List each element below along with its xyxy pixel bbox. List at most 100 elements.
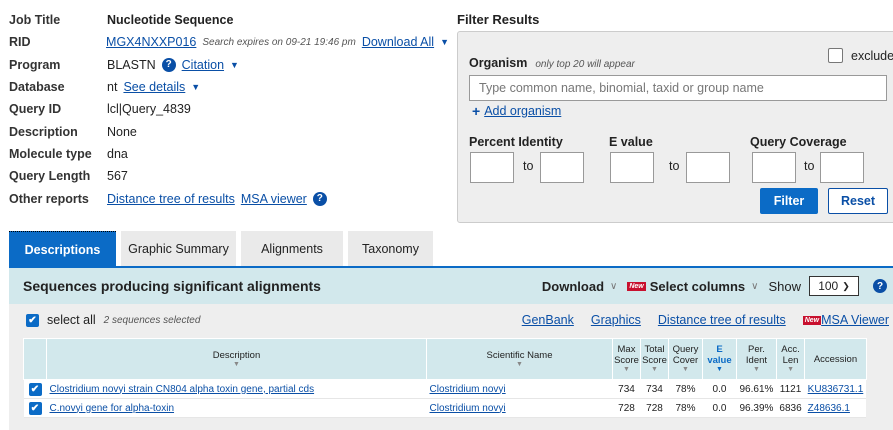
- distance-tree-link[interactable]: Distance tree of results: [658, 313, 786, 327]
- citation-link[interactable]: Citation: [182, 58, 224, 72]
- help-icon[interactable]: ?: [161, 57, 176, 72]
- download-button[interactable]: Download: [542, 279, 604, 294]
- chevron-down-icon[interactable]: ▼: [191, 82, 200, 92]
- program-value: BLASTN: [107, 57, 156, 72]
- help-icon[interactable]: ?: [873, 279, 887, 293]
- molecule-type-row: Molecule type dna: [9, 143, 449, 165]
- accession-link[interactable]: KU836731.1: [808, 384, 864, 395]
- exclude-label: exclude: [851, 48, 893, 63]
- see-details-link[interactable]: See details: [123, 80, 185, 94]
- download-all-link[interactable]: Download All: [362, 35, 434, 49]
- chevron-down-icon[interactable]: ∨: [751, 281, 758, 292]
- sort-arrow-icon: ▼: [716, 366, 723, 373]
- total-score-cell: 728: [640, 398, 669, 418]
- max-score-cell: 728: [612, 398, 641, 418]
- add-organism-link[interactable]: Add organism: [484, 104, 561, 118]
- per-ident-column-header[interactable]: Per. Ident ▼: [736, 338, 777, 380]
- sort-arrow-icon: ▼: [752, 366, 760, 373]
- results-toolbar: Download ∨ New Select columns ∨ Show 100…: [542, 276, 893, 296]
- molecule-type-value: dna: [107, 146, 128, 161]
- filter-results-title: Filter Results: [457, 12, 540, 27]
- job-summary: Job Title Nucleotide Sequence RID MGX4NX…: [9, 9, 449, 210]
- filter-button[interactable]: Filter: [760, 188, 818, 214]
- acc-len-column-header[interactable]: Acc. Len ▼: [775, 338, 806, 380]
- results-table: Description ▼ Scientific Name ▼ Max Score ▼ …: [23, 338, 867, 418]
- rid-row: RID MGX4NXXP016 Search expires on 09-21 …: [9, 31, 449, 53]
- description-value: None: [107, 124, 137, 139]
- exclude-checkbox[interactable]: [828, 48, 843, 63]
- sort-arrow-icon: ▼: [682, 366, 689, 373]
- database-row: Database nt See details ▼: [9, 76, 449, 98]
- database-value: nt: [107, 80, 118, 95]
- percent-identity-min-input[interactable]: [470, 152, 514, 183]
- max-score-column-header[interactable]: Max Score ▼: [612, 338, 641, 380]
- e-value-max-input[interactable]: [686, 152, 730, 183]
- tab-alignments[interactable]: Alignments: [241, 231, 343, 267]
- query-coverage-label: Query Coverage: [750, 135, 847, 149]
- query-length-row: Query Length 567: [9, 165, 449, 187]
- genbank-link[interactable]: GenBank: [522, 313, 574, 327]
- select-all-label: select all: [47, 313, 96, 327]
- sort-arrow-icon: ▼: [787, 366, 795, 373]
- row-checkbox[interactable]: ✔: [28, 401, 42, 415]
- reset-button[interactable]: Reset: [828, 188, 888, 214]
- query-id-row: Query ID lcl|Query_4839: [9, 98, 449, 120]
- total-score-column-header[interactable]: Total Score ▼: [640, 338, 669, 380]
- accession-column-header[interactable]: Accession: [804, 338, 867, 380]
- add-organism[interactable]: + Add organism: [472, 103, 561, 119]
- select-all[interactable]: ✔ select all 2 sequences selected: [26, 313, 200, 327]
- row-checkbox[interactable]: ✔: [28, 382, 42, 396]
- tab-descriptions[interactable]: Descriptions: [9, 231, 116, 267]
- query-id-value: lcl|Query_4839: [107, 102, 191, 117]
- rid-expiry-note: Search expires on 09-21 19:46 pm: [202, 36, 356, 48]
- scientific-name-column-header[interactable]: Scientific Name ▼: [426, 338, 613, 380]
- per-ident-cell: 96.61%: [736, 379, 777, 399]
- rid-link[interactable]: MGX4NXXP016: [106, 35, 196, 49]
- exclude-toggle[interactable]: exclude: [828, 48, 893, 63]
- query-cover-column-header[interactable]: Query Cover ▼: [668, 338, 703, 380]
- msa-viewer-link[interactable]: MSA viewer: [241, 192, 307, 206]
- chevron-down-icon[interactable]: ∨: [610, 281, 617, 292]
- selection-links: GenBank Graphics Distance tree of result…: [522, 313, 889, 327]
- sort-arrow-icon: ▼: [516, 360, 523, 368]
- tab-graphic-summary[interactable]: Graphic Summary: [121, 231, 236, 267]
- to-label: to: [523, 159, 534, 173]
- chevron-down-icon[interactable]: ▼: [440, 37, 449, 47]
- query-cover-cell: 78%: [668, 398, 703, 418]
- msa-viewer-link[interactable]: MSA Viewer: [821, 313, 889, 327]
- query-coverage-max-input[interactable]: [820, 152, 864, 183]
- percent-identity-label: Percent Identity: [469, 135, 563, 149]
- acc-len-cell: 6836: [776, 398, 805, 418]
- tab-taxonomy[interactable]: Taxonomy: [348, 231, 433, 267]
- query-coverage-min-input[interactable]: [752, 152, 796, 183]
- graphics-link[interactable]: Graphics: [591, 313, 641, 327]
- scientific-name-link[interactable]: Clostridium novyi: [430, 384, 506, 395]
- table-row: ✔ C.novyi gene for alpha-toxin Clostridi…: [23, 398, 867, 418]
- e-value-column-header[interactable]: Evalue ▼: [702, 338, 737, 380]
- distance-tree-link[interactable]: Distance tree of results: [107, 192, 235, 206]
- percent-identity-max-input[interactable]: [540, 152, 584, 183]
- description-label: Description: [9, 124, 78, 139]
- sort-arrow-icon: ▼: [233, 360, 240, 368]
- e-value-cell: 0.0: [702, 379, 737, 399]
- description-link[interactable]: Clostridium novyi strain CN804 alpha tox…: [50, 384, 315, 395]
- e-value-min-input[interactable]: [610, 152, 654, 183]
- organism-label: Organism only top 20 will appear: [469, 56, 635, 70]
- help-icon[interactable]: ?: [312, 191, 327, 206]
- description-link[interactable]: C.novyi gene for alpha-toxin: [50, 403, 175, 414]
- selected-count-note: 2 sequences selected: [103, 314, 201, 326]
- chevron-down-icon[interactable]: ▼: [230, 60, 239, 70]
- show-count-select[interactable]: 100 ❯: [809, 276, 859, 296]
- results-title: Sequences producing significant alignmen…: [23, 278, 321, 294]
- accession-link[interactable]: Z48636.1: [808, 403, 850, 414]
- database-label: Database: [9, 80, 65, 95]
- scientific-name-link[interactable]: Clostridium novyi: [430, 403, 506, 414]
- select-columns-button[interactable]: Select columns: [650, 279, 745, 294]
- organism-input[interactable]: Type common name, binomial, taxid or gro…: [469, 75, 887, 101]
- selection-bar: ✔ select all 2 sequences selected GenBan…: [9, 304, 893, 336]
- description-column-header[interactable]: Description ▼: [46, 338, 427, 380]
- e-value-cell: 0.0: [702, 398, 737, 418]
- e-value-label: E value: [609, 135, 653, 149]
- select-all-checkbox[interactable]: ✔: [26, 313, 39, 327]
- query-length-value: 567: [107, 169, 128, 184]
